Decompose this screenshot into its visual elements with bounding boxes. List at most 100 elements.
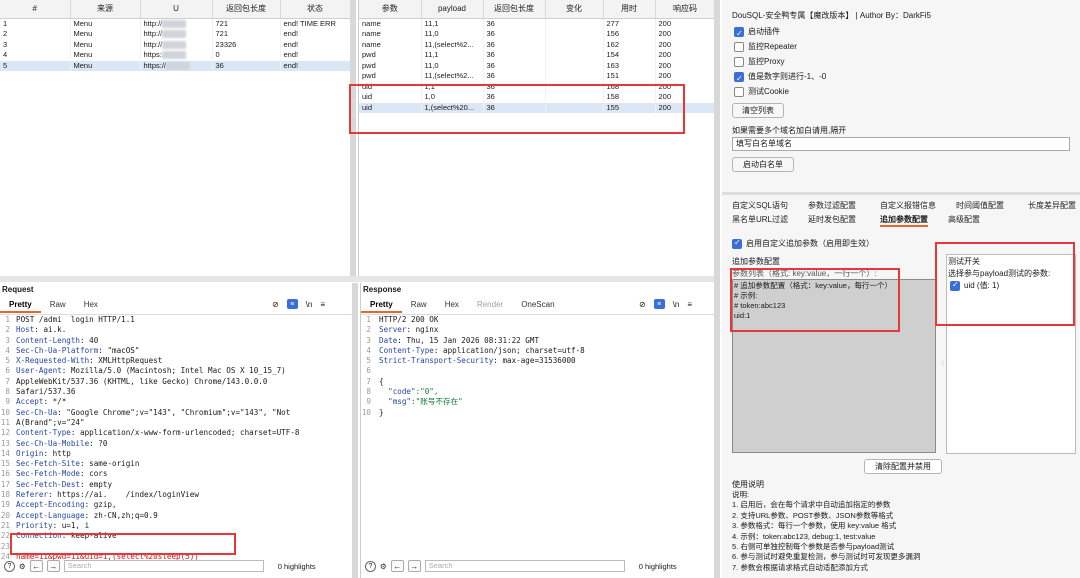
column-header[interactable]: 状态 bbox=[280, 0, 350, 19]
cell-payload: 11,0 bbox=[421, 29, 484, 40]
code-value: : "Google Chrome";v="143", "Chromium";v=… bbox=[57, 407, 291, 417]
next-icon[interactable]: → bbox=[407, 560, 421, 572]
tab-hex[interactable]: Hex bbox=[436, 297, 468, 313]
menu-icon[interactable]: ≡ bbox=[320, 300, 325, 309]
clear-list-button[interactable]: 清空列表 bbox=[732, 103, 784, 118]
eye-off-icon[interactable]: ⊘ bbox=[272, 300, 279, 309]
table-row[interactable]: pwd 11,0 36 163 200 bbox=[359, 60, 714, 71]
settings-icon[interactable]: ⚙ bbox=[380, 562, 387, 571]
table-row[interactable]: 5 Menu https://36 end! bbox=[0, 60, 350, 71]
column-header[interactable]: 用时 bbox=[603, 0, 656, 19]
config-tab[interactable]: 长度差异配置 bbox=[1028, 200, 1076, 211]
help-icon[interactable]: ? bbox=[365, 560, 376, 572]
wrap-icon[interactable]: ≡ bbox=[286, 299, 298, 309]
table-row[interactable]: 3 Menu http://23326 end! bbox=[0, 39, 350, 50]
checkbox-icon[interactable] bbox=[734, 86, 744, 97]
clear-config-button[interactable]: 清除配置并禁用 bbox=[864, 459, 942, 474]
plugin-option[interactable]: 监控Proxy bbox=[734, 54, 826, 69]
plugin-option[interactable]: 值是数字则进行-1、-0 bbox=[734, 69, 826, 86]
splitter[interactable] bbox=[352, 283, 358, 578]
column-header[interactable]: 返回包长度 bbox=[212, 0, 281, 19]
prev-icon[interactable]: ← bbox=[390, 560, 404, 572]
tab-raw[interactable]: Raw bbox=[41, 297, 75, 313]
highlights-count: 0 highlights bbox=[638, 561, 677, 571]
config-tab[interactable]: 自定义SQL语句 bbox=[732, 200, 788, 211]
code-line: Accept-Encoding: gzip, bbox=[16, 500, 299, 510]
line-number: 16 bbox=[0, 469, 10, 479]
table-row[interactable]: uid 1,0 36 158 200 bbox=[359, 92, 714, 103]
splitter[interactable] bbox=[0, 276, 714, 282]
code-key: Accept-Language bbox=[16, 510, 85, 520]
column-header[interactable]: 来源 bbox=[70, 0, 141, 19]
code-value: : keep-alive bbox=[61, 531, 117, 541]
plugin-option[interactable]: 启动插件 bbox=[734, 24, 826, 41]
enable-append-option[interactable]: 启用自定义追加参数（启用即生效） bbox=[732, 238, 874, 249]
next-icon[interactable]: → bbox=[46, 560, 60, 572]
config-tab[interactable]: 高级配置 bbox=[948, 214, 980, 225]
search-input[interactable]: Search bbox=[424, 560, 625, 572]
checkbox-icon[interactable] bbox=[734, 56, 744, 67]
tab-hex[interactable]: Hex bbox=[75, 297, 107, 313]
checkbox-icon[interactable] bbox=[950, 280, 960, 291]
cell-url: https: bbox=[140, 50, 213, 61]
table-row[interactable]: pwd 11,1 36 154 200 bbox=[359, 50, 714, 61]
request-editor[interactable]: POST /admi login HTTP/1.1 Host: ai.k. Cont… bbox=[16, 315, 299, 562]
table-row[interactable]: 1 Menu http://721 end! TIME ERR bbox=[0, 18, 350, 29]
column-header[interactable]: U bbox=[140, 0, 213, 19]
table-row[interactable]: 2 Menu http://721 end! bbox=[0, 29, 350, 40]
cell-num: 4 bbox=[0, 50, 71, 61]
test-param-option[interactable]: uid (值: 1) bbox=[950, 280, 999, 291]
column-header[interactable]: 参数 bbox=[359, 0, 422, 19]
tab-pretty[interactable]: Pretty bbox=[361, 297, 402, 313]
config-tab[interactable]: 追加参数配置 bbox=[880, 214, 928, 227]
config-tab[interactable]: 时间阈值配置 bbox=[956, 200, 1004, 211]
config-tab[interactable]: 黑名单URL过滤 bbox=[732, 214, 788, 225]
tab-pretty[interactable]: Pretty bbox=[0, 297, 41, 313]
checkbox-icon[interactable] bbox=[734, 26, 744, 41]
splitter[interactable] bbox=[350, 0, 356, 276]
panel-divider bbox=[722, 192, 1080, 195]
code-line: Connection: keep-alive bbox=[16, 531, 299, 541]
splitter[interactable] bbox=[714, 0, 720, 578]
table-row[interactable]: uid 1,(select%20... 36 155 200 bbox=[359, 102, 714, 113]
settings-icon[interactable]: ⚙ bbox=[19, 562, 26, 571]
table-row[interactable]: name 11,(select%2... 36 162 200 bbox=[359, 39, 714, 50]
checkbox-icon[interactable] bbox=[734, 41, 744, 52]
table-row[interactable]: name 11,0 36 156 200 bbox=[359, 29, 714, 40]
param-list-label: 参数列表（格式: key:value，一行一个）: bbox=[732, 269, 877, 278]
config-tab[interactable]: 自定义报错信息 bbox=[880, 200, 936, 211]
table-row[interactable]: name 11,1 36 277 200 bbox=[359, 18, 714, 29]
newline-icon[interactable]: \n bbox=[673, 300, 680, 309]
cell-time: 163 bbox=[603, 60, 656, 71]
code-key: Content-Type bbox=[379, 345, 434, 355]
tab-onescan[interactable]: OneScan bbox=[512, 297, 563, 313]
column-header[interactable]: payload bbox=[421, 0, 484, 19]
plugin-option[interactable]: 监控Repeater bbox=[734, 39, 826, 54]
whitelist-input[interactable]: 填写白名单域名 bbox=[732, 137, 1070, 151]
table-row[interactable]: uid 1,1 36 168 200 bbox=[359, 81, 714, 92]
column-header[interactable]: 响应码 bbox=[655, 0, 714, 19]
checkbox-icon[interactable] bbox=[732, 238, 742, 249]
help-icon[interactable]: ? bbox=[4, 560, 15, 572]
menu-icon[interactable]: ≡ bbox=[687, 300, 692, 309]
table-row[interactable]: pwd 11,(select%2... 36 151 200 bbox=[359, 71, 714, 82]
wrap-icon[interactable]: ≡ bbox=[653, 299, 665, 309]
tab-render[interactable]: Render bbox=[468, 297, 512, 313]
checkbox-icon[interactable] bbox=[734, 71, 744, 86]
config-tab[interactable]: 延时发包配置 bbox=[808, 214, 856, 225]
cell-time: 156 bbox=[603, 29, 656, 40]
config-tab[interactable]: 参数过滤配置 bbox=[808, 200, 856, 211]
search-input[interactable]: Search bbox=[63, 560, 264, 572]
column-header[interactable]: 变化 bbox=[545, 0, 604, 19]
response-editor[interactable]: HTTP/2 200 OK Server: nginx Date: Thu, 15 … bbox=[379, 315, 585, 418]
eye-off-icon[interactable]: ⊘ bbox=[639, 300, 646, 309]
whitelist-button[interactable]: 启动白名单 bbox=[732, 157, 794, 172]
column-header[interactable]: 返回包长度 bbox=[483, 0, 546, 19]
column-header[interactable]: # bbox=[0, 0, 71, 19]
newline-icon[interactable]: \n bbox=[306, 300, 313, 309]
tab-raw[interactable]: Raw bbox=[402, 297, 436, 313]
plugin-option[interactable]: 测试Cookie bbox=[734, 84, 826, 99]
table-row[interactable]: 4 Menu https: 0 end! bbox=[0, 50, 350, 61]
prev-icon[interactable]: ← bbox=[29, 560, 43, 572]
cell-status: end! TIME ERR bbox=[280, 18, 350, 29]
